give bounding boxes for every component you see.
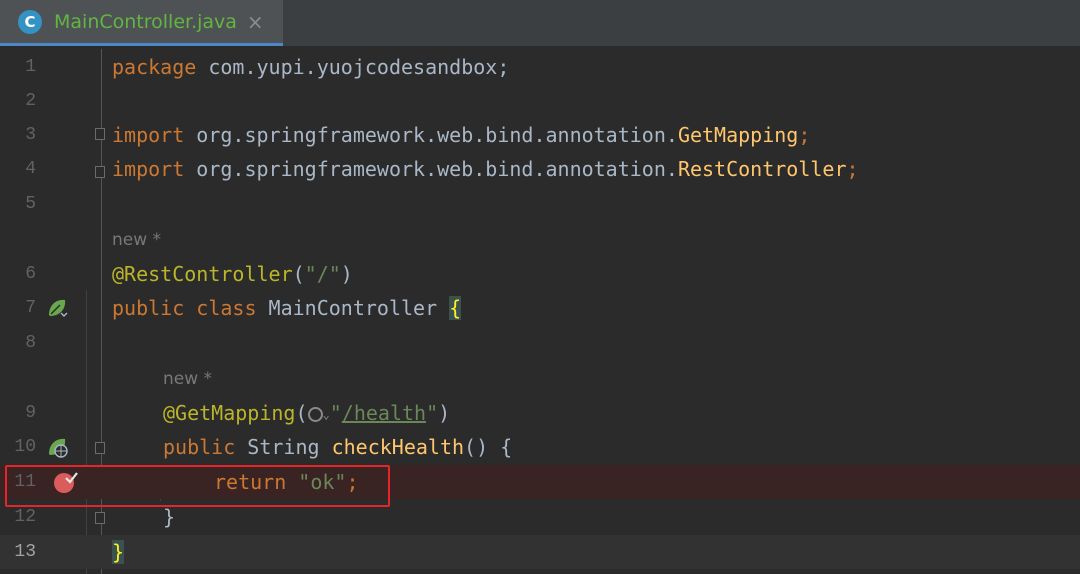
line-number: 10: [14, 437, 36, 457]
request-mapping-icon[interactable]: [46, 436, 68, 458]
tab-title: MainController.java: [54, 10, 237, 33]
code-line: 7 public class MainController {: [0, 291, 1080, 325]
code-line: 8: [0, 326, 1080, 360]
code-line: 9 @GetMapping(⌄"/health"): [0, 396, 1080, 430]
usage-hint[interactable]: new *: [112, 223, 161, 257]
globe-icon[interactable]: [307, 407, 323, 422]
endpoint-link[interactable]: /health: [342, 401, 426, 425]
code-text: }: [112, 540, 125, 564]
line-number: 1: [25, 57, 36, 77]
spring-bean-icon[interactable]: [46, 297, 68, 319]
close-icon[interactable]: ×: [247, 10, 264, 34]
line-number: 4: [25, 159, 36, 179]
code-line-current: 13 }: [0, 535, 1080, 569]
line-number: 2: [25, 91, 36, 111]
code-text: public String checkHealth() {: [163, 435, 513, 459]
code-text: import org.springframework.web.bind.anno…: [112, 157, 859, 181]
code-line: 4 import org.springframework.web.bind.an…: [0, 152, 1080, 186]
code-line: 6 @RestController("/"): [0, 257, 1080, 291]
code-text: @RestController("/"): [112, 262, 353, 286]
fold-icon[interactable]: [95, 128, 105, 140]
code-line: 5: [0, 187, 1080, 221]
line-number: 9: [25, 403, 36, 423]
line-number: 7: [25, 298, 36, 318]
java-class-icon: C: [18, 9, 42, 34]
line-number: 8: [25, 333, 36, 353]
code-line: 2: [0, 84, 1080, 118]
code-text: public class MainController {: [112, 296, 462, 320]
code-text: @GetMapping(⌄"/health"): [163, 401, 451, 425]
highlight-annotation-box: [5, 465, 390, 507]
fold-icon[interactable]: [95, 166, 105, 178]
line-number: 5: [25, 194, 36, 214]
usage-hint[interactable]: new *: [163, 362, 212, 396]
fold-icon[interactable]: [95, 512, 105, 524]
code-text: package com.yupi.yuojcodesandbox;: [112, 55, 510, 79]
fold-icon[interactable]: [95, 442, 105, 454]
code-text: import org.springframework.web.bind.anno…: [112, 123, 811, 147]
editor-tab-bar: C MainController.java ×: [0, 0, 1080, 46]
line-number: 3: [25, 125, 36, 145]
code-line: 10 public String checkHealth() {: [0, 430, 1080, 464]
line-number: 6: [25, 264, 36, 284]
code-line: 1 package com.yupi.yuojcodesandbox;: [0, 50, 1080, 84]
chevron-down-icon[interactable]: ⌄: [323, 408, 330, 422]
line-number: 13: [14, 542, 36, 562]
tab-main-controller[interactable]: C MainController.java ×: [0, 0, 283, 46]
code-line: 3 import org.springframework.web.bind.an…: [0, 118, 1080, 152]
